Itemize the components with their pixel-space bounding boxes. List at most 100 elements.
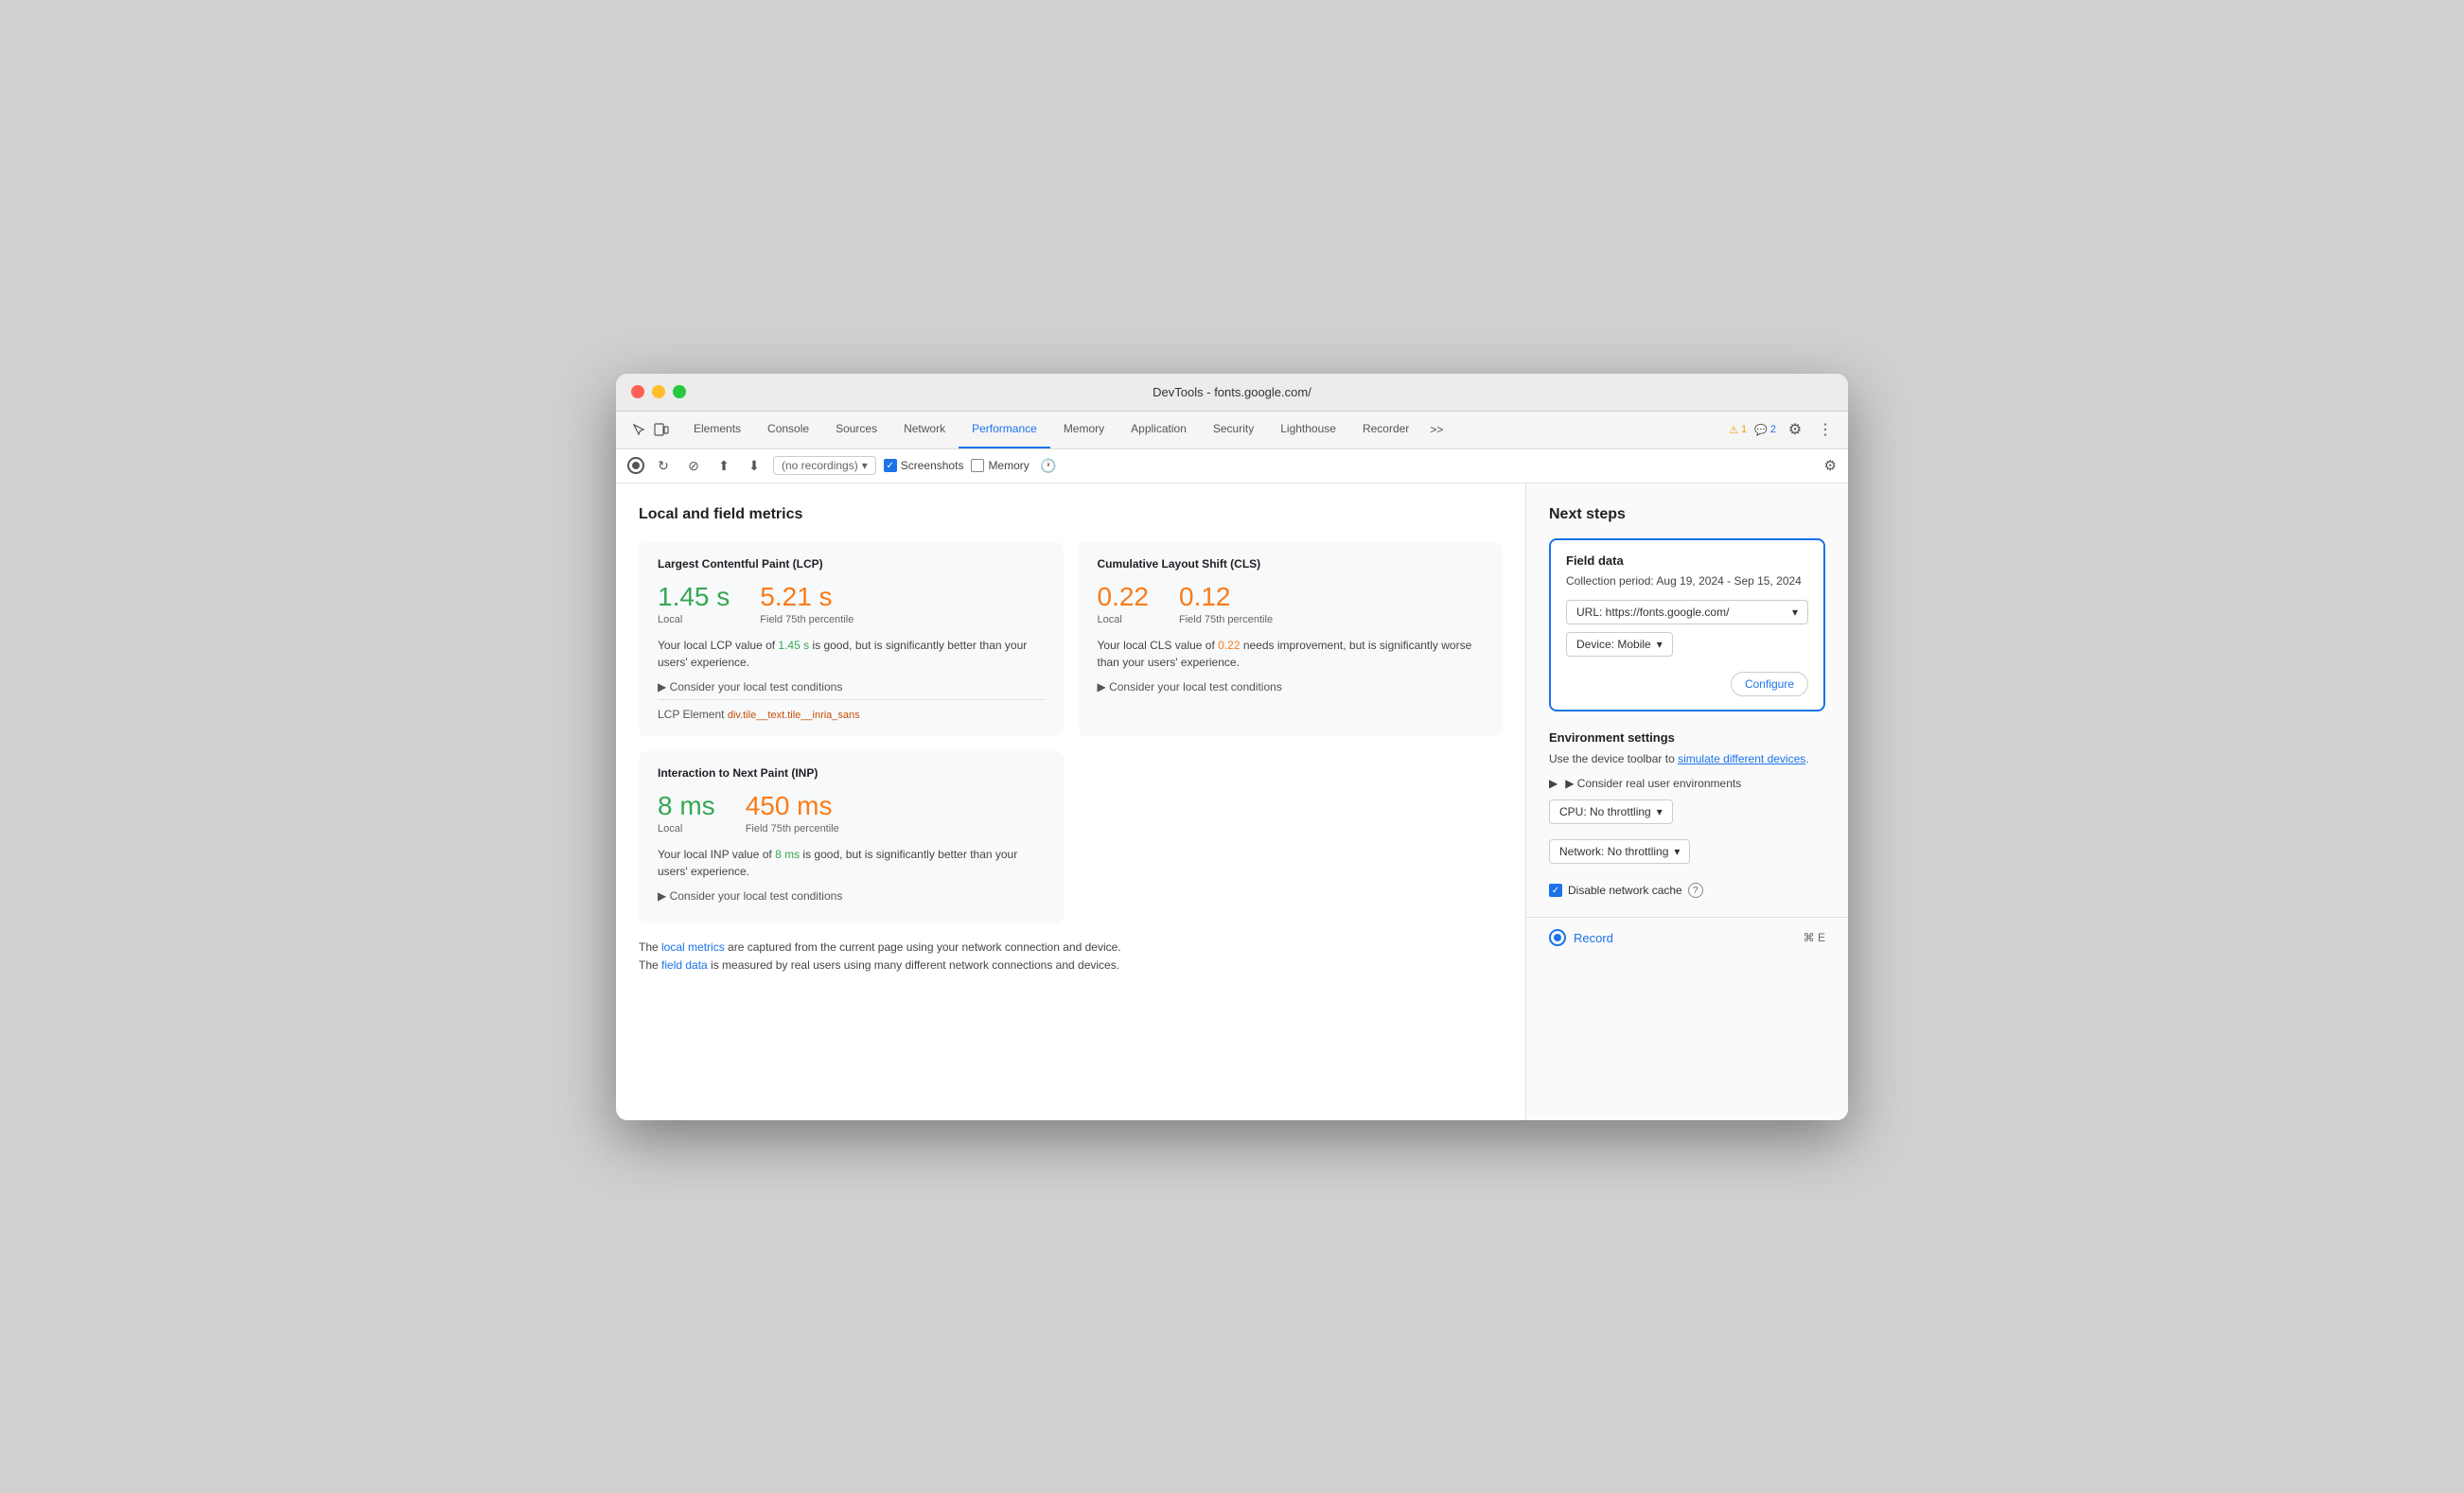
lcp-field-value: 5.21 s: [760, 582, 854, 612]
right-panel: Next steps Field data Collection period:…: [1526, 483, 1848, 1120]
settings-icon[interactable]: ⚙: [1784, 418, 1806, 441]
cursor-icon[interactable]: [627, 418, 650, 441]
bottom-note-4: is measured by real users using many dif…: [708, 958, 1119, 972]
inp-description: Your local INP value of 8 ms is good, bu…: [658, 846, 1045, 880]
lcp-field-group: 5.21 s Field 75th percentile: [760, 582, 854, 625]
cls-field-value: 0.12: [1179, 582, 1273, 612]
tab-security[interactable]: Security: [1200, 411, 1267, 448]
screenshots-checkbox[interactable]: ✓: [884, 459, 897, 472]
record-shortcut: ⌘ E: [1804, 931, 1825, 944]
warning-count: 1: [1741, 424, 1747, 435]
download-icon[interactable]: ⬇: [743, 454, 766, 477]
configure-btn-wrapper: Configure: [1566, 672, 1808, 696]
upload-icon[interactable]: ⬆: [713, 454, 735, 477]
reload-icon[interactable]: ↻: [652, 454, 675, 477]
disable-cache-row: ✓ Disable network cache ?: [1549, 883, 1825, 898]
inp-field-group: 450 ms Field 75th percentile: [746, 791, 839, 834]
tab-console[interactable]: Console: [754, 411, 822, 448]
lcp-consider[interactable]: ▶ Consider your local test conditions: [658, 680, 1045, 694]
screenshots-checkbox-item[interactable]: ✓ Screenshots: [884, 459, 964, 472]
toolbar-right: ⚠ 1 💬 2 ⚙ ⋮: [1729, 418, 1837, 441]
simulate-devices-link[interactable]: simulate different devices: [1678, 752, 1805, 765]
tab-recorder[interactable]: Recorder: [1349, 411, 1422, 448]
memory-checkbox[interactable]: [971, 459, 984, 472]
tab-application[interactable]: Application: [1118, 411, 1200, 448]
section-title: Local and field metrics: [639, 506, 1503, 523]
inp-consider[interactable]: ▶ Consider your local test conditions: [658, 889, 1045, 903]
info-count: 2: [1770, 424, 1776, 435]
maximize-button[interactable]: [673, 385, 686, 398]
tab-elements[interactable]: Elements: [680, 411, 754, 448]
cls-highlight: 0.22: [1218, 639, 1240, 652]
record-dot: [1554, 934, 1561, 941]
field-data-title: Field data: [1566, 553, 1808, 568]
lcp-desc-1: Your local LCP value of: [658, 639, 778, 652]
memory-checkbox-item[interactable]: Memory: [971, 459, 1029, 472]
cls-local-group: 0.22 Local: [1098, 582, 1150, 625]
close-button[interactable]: [631, 385, 644, 398]
clock-icon[interactable]: 🕐: [1037, 454, 1060, 477]
tab-bar: Elements Console Sources Network Perform…: [616, 412, 1848, 449]
warning-badge[interactable]: ⚠ 1: [1729, 424, 1747, 436]
bottom-note-3: The: [639, 958, 661, 972]
toolbar-settings-icon[interactable]: ⚙: [1824, 457, 1837, 474]
env-title: Environment settings: [1549, 730, 1825, 745]
lcp-field-label: Field 75th percentile: [760, 614, 854, 625]
record-button-toolbar[interactable]: [627, 457, 644, 474]
lcp-local-label: Local: [658, 614, 730, 625]
field-data-period: Collection period: Aug 19, 2024 - Sep 15…: [1566, 573, 1808, 589]
tab-network[interactable]: Network: [890, 411, 959, 448]
tab-performance[interactable]: Performance: [959, 411, 1050, 448]
warning-icon: ⚠: [1729, 424, 1738, 436]
consider-real-env[interactable]: ▶ ▶ Consider real user environments: [1549, 777, 1825, 790]
field-data-link[interactable]: field data: [661, 958, 708, 972]
env-description: Use the device toolbar to simulate diffe…: [1549, 750, 1825, 767]
more-tabs[interactable]: >>: [1422, 423, 1451, 436]
help-icon[interactable]: ?: [1688, 883, 1703, 898]
cls-field-group: 0.12 Field 75th percentile: [1179, 582, 1273, 625]
inp-local-group: 8 ms Local: [658, 791, 715, 834]
url-dropdown-arrow: ▾: [1792, 606, 1798, 619]
cls-local-value: 0.22: [1098, 582, 1150, 612]
url-dropdown[interactable]: URL: https://fonts.google.com/ ▾: [1566, 600, 1808, 624]
inp-desc-1: Your local INP value of: [658, 848, 775, 861]
bottom-notes: The local metrics are captured from the …: [639, 939, 1503, 986]
left-panel: Local and field metrics Largest Contentf…: [616, 483, 1526, 1120]
tab-sources[interactable]: Sources: [822, 411, 890, 448]
metrics-grid-top: Largest Contentful Paint (LCP) 1.45 s Lo…: [639, 542, 1503, 736]
title-bar: DevTools - fonts.google.com/: [616, 374, 1848, 412]
more-options-icon[interactable]: ⋮: [1814, 418, 1837, 441]
cls-consider[interactable]: ▶ Consider your local test conditions: [1098, 680, 1485, 694]
record-button[interactable]: Record: [1549, 929, 1613, 946]
minimize-button[interactable]: [652, 385, 665, 398]
cls-values: 0.22 Local 0.12 Field 75th percentile: [1098, 582, 1485, 625]
tab-memory[interactable]: Memory: [1050, 411, 1118, 448]
lcp-card: Largest Contentful Paint (LCP) 1.45 s Lo…: [639, 542, 1064, 736]
device-toggle-icon[interactable]: [650, 418, 673, 441]
memory-label: Memory: [988, 459, 1029, 472]
record-circle-icon: [1549, 929, 1566, 946]
record-label: Record: [1574, 931, 1613, 945]
device-dropdown[interactable]: Device: Mobile ▾: [1566, 632, 1673, 657]
lcp-consider-label: ▶ Consider your local test conditions: [658, 680, 842, 694]
record-bar: Record ⌘ E: [1526, 917, 1848, 957]
recordings-dropdown[interactable]: (no recordings) ▾: [773, 456, 876, 475]
tab-lighthouse[interactable]: Lighthouse: [1267, 411, 1349, 448]
disable-cache-checkbox[interactable]: ✓: [1549, 884, 1562, 897]
inp-consider-label: ▶ Consider your local test conditions: [658, 889, 842, 903]
inp-values: 8 ms Local 450 ms Field 75th percentile: [658, 791, 1045, 834]
lcp-highlight: 1.45 s: [778, 639, 809, 652]
recordings-placeholder: (no recordings): [782, 459, 858, 472]
bottom-note-2: are captured from the current page using…: [725, 940, 1121, 954]
main-content: Local and field metrics Largest Contentf…: [616, 483, 1848, 1120]
cls-card: Cumulative Layout Shift (CLS) 0.22 Local…: [1079, 542, 1504, 736]
configure-button[interactable]: Configure: [1731, 672, 1808, 696]
lcp-element-value[interactable]: div.tile__text.tile__inria_sans: [728, 710, 860, 721]
clear-icon[interactable]: ⊘: [682, 454, 705, 477]
info-badge[interactable]: 💬 2: [1754, 424, 1776, 436]
local-metrics-link[interactable]: local metrics: [661, 940, 725, 954]
env-desc-2: .: [1805, 752, 1808, 765]
network-dropdown[interactable]: Network: No throttling ▾: [1549, 839, 1690, 864]
network-label: Network: No throttling: [1559, 845, 1668, 858]
cpu-dropdown[interactable]: CPU: No throttling ▾: [1549, 799, 1673, 824]
